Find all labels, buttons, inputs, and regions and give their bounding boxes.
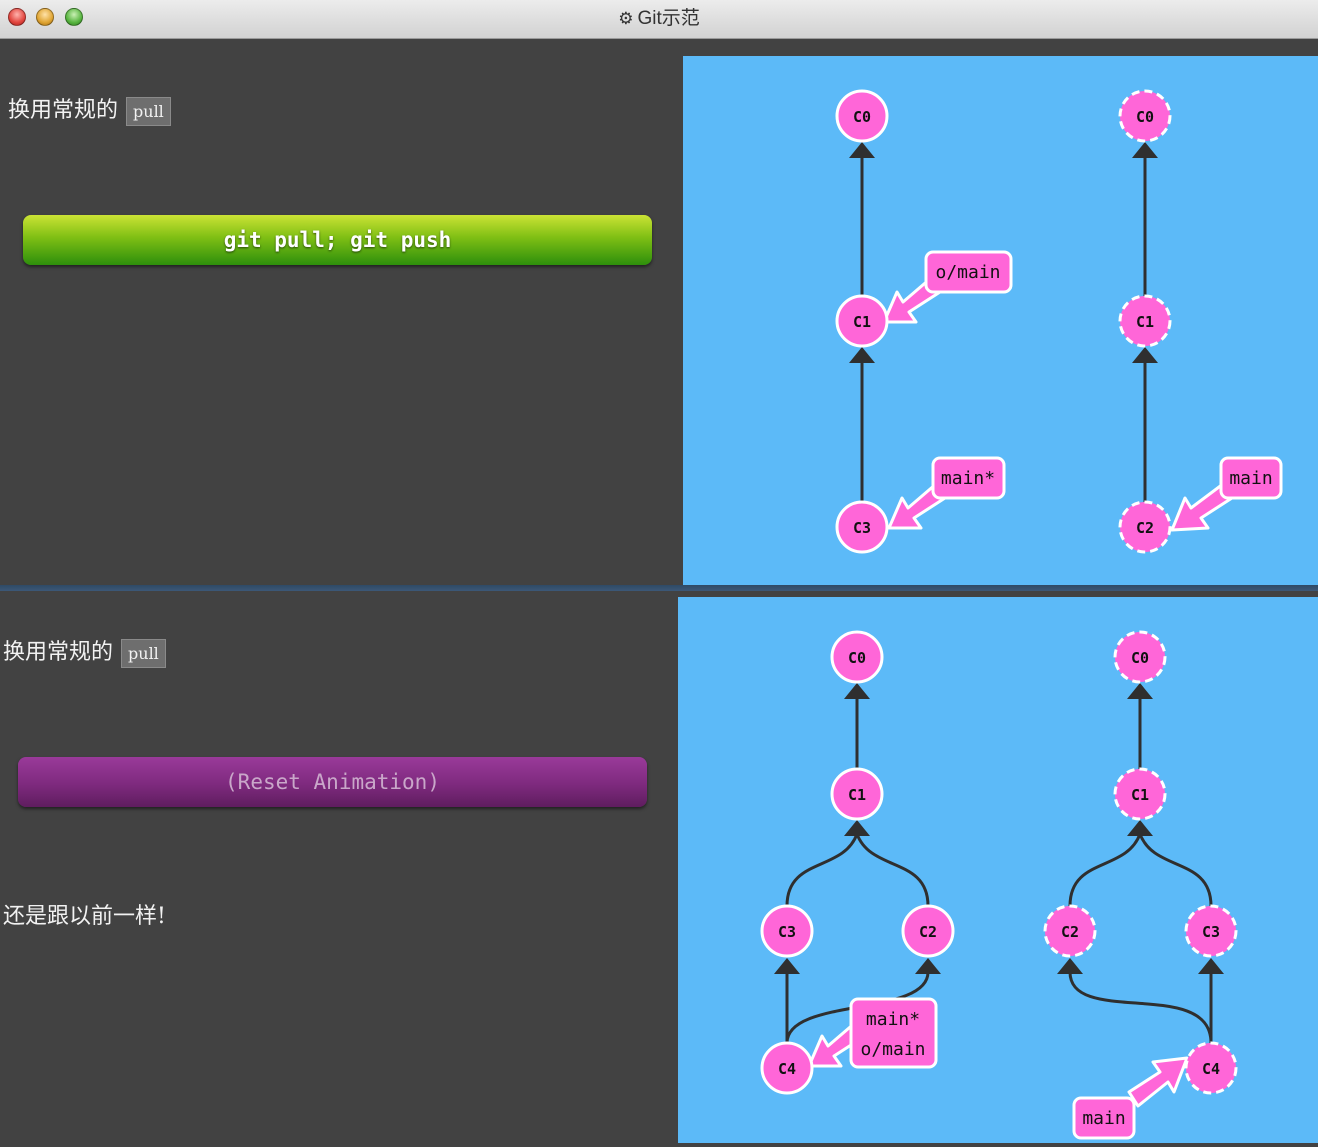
commit-label: C0 — [853, 108, 871, 126]
gear-icon: ⚙ — [618, 9, 634, 28]
commit-label: C1 — [853, 313, 871, 331]
branch-name: o/main — [860, 1039, 925, 1060]
panel1-headline: 换用常规的 pull — [8, 92, 171, 126]
title-bar: ⚙ Git示范 — [0, 0, 1318, 39]
branch-label-o-main: o/main — [924, 250, 1013, 294]
commit-label: C2 — [1136, 519, 1154, 537]
branch-name: main — [1229, 468, 1272, 489]
commit-label: C4 — [778, 1060, 796, 1078]
commit-label: C1 — [848, 786, 866, 804]
git-tree-svg-1: C0 C1 C3 C0 C1 C2 o/main main* main — [835, 89, 1283, 554]
command-button[interactable]: git pull; git push — [23, 215, 652, 265]
commit-label: C0 — [1136, 108, 1154, 126]
commit-local-c1: C1 — [835, 294, 889, 348]
commit-remote-c4: C4 — [1184, 1041, 1238, 1095]
window-title: Git示范 — [637, 8, 700, 29]
commit-label: C0 — [848, 649, 866, 667]
visualization-panel-1: C0 C1 C3 C0 C1 C2 o/main main* main — [683, 56, 1318, 585]
commit-local-c1: C1 — [830, 767, 884, 821]
commit-local-c3: C3 — [760, 904, 814, 958]
commit-label: C1 — [1136, 313, 1154, 331]
code-pull: pull — [126, 96, 171, 126]
commit-local-c3: C3 — [835, 500, 889, 554]
demo-panel-1: 换用常规的 pull git pull; git push C0 C1 C3 C… — [0, 40, 1318, 585]
demo-panel-2: 换用常规的 pull (Reset Animation) 还是跟以前一样! C0… — [0, 591, 1318, 1143]
commit-label: C1 — [1131, 786, 1149, 804]
commit-remote-c2: C2 — [1043, 904, 1097, 958]
window-title-container: ⚙ Git示范 — [0, 0, 1318, 38]
commit-local-c0: C0 — [835, 89, 889, 143]
branch-label-main-o-main: main* o/main — [849, 997, 938, 1069]
visualization-panel-2: C0 C1 C3 C2 C4 C0 C1 C2 C3 C4 main* o/ma… — [678, 597, 1318, 1143]
commit-local-c2: C2 — [901, 904, 955, 958]
commit-label: C2 — [1061, 923, 1079, 941]
branch-arrow-remote-main — [1127, 1056, 1189, 1108]
headline-text: 换用常规的 — [8, 98, 119, 123]
commit-remote-c1: C1 — [1113, 767, 1167, 821]
commit-local-c4: C4 — [760, 1041, 814, 1095]
code-pull: pull — [121, 638, 166, 668]
panel2-headline: 换用常规的 pull — [3, 634, 166, 668]
commit-label: C0 — [1131, 649, 1149, 667]
commit-local-c0: C0 — [830, 630, 884, 684]
reset-animation-button[interactable]: (Reset Animation) — [18, 757, 647, 807]
branch-label-remote-main: main — [1072, 1096, 1136, 1140]
commit-label: C3 — [853, 519, 871, 537]
commit-remote-c0: C0 — [1113, 630, 1167, 684]
git-tree-svg-2: C0 C1 C3 C2 C4 C0 C1 C2 C3 C4 main* o/ma… — [760, 630, 1238, 1140]
headline-text: 换用常规的 — [3, 640, 114, 665]
branch-name: o/main — [935, 262, 1000, 283]
commit-label: C3 — [1202, 923, 1220, 941]
branch-name: main* — [941, 468, 995, 489]
branch-name: main — [1082, 1108, 1125, 1129]
commit-label: C2 — [919, 923, 937, 941]
local-edges — [785, 697, 930, 1044]
paragraph-text: 还是跟以前一样! — [3, 904, 166, 929]
branch-label-remote-main: main — [1219, 456, 1283, 500]
branch-name: main* — [866, 1009, 920, 1030]
commit-label: C4 — [1202, 1060, 1220, 1078]
commit-label: C3 — [778, 923, 796, 941]
branch-label-main-star: main* — [931, 456, 1006, 500]
commit-remote-c2: C2 — [1118, 500, 1172, 554]
remote-edges — [1068, 697, 1213, 1044]
commit-remote-c0: C0 — [1118, 89, 1172, 143]
commit-remote-c3: C3 — [1184, 904, 1238, 958]
commit-remote-c1: C1 — [1118, 294, 1172, 348]
